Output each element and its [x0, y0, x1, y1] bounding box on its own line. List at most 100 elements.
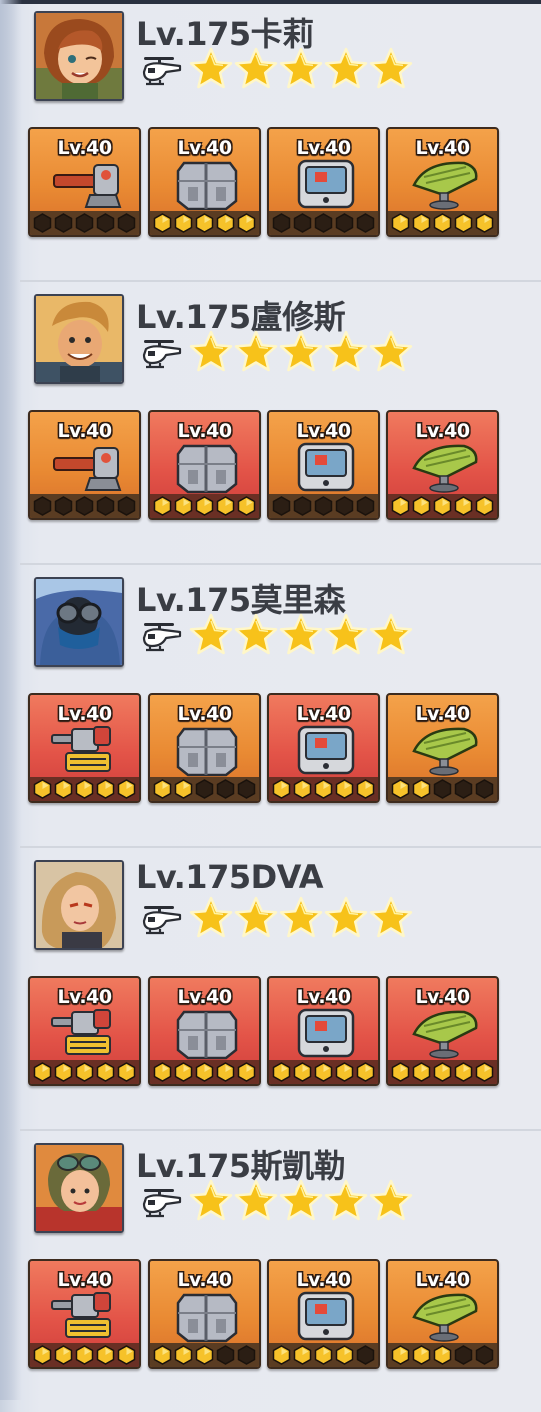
empty-hex-icon — [433, 779, 452, 799]
armor-icon — [166, 440, 248, 494]
filled-hex-icon — [475, 1062, 494, 1082]
upgrade-progress — [30, 1060, 139, 1084]
star-rating — [189, 1179, 414, 1225]
star-icon — [324, 896, 368, 940]
filled-hex-icon — [96, 1062, 115, 1082]
chip-icon — [285, 157, 367, 211]
hero-portrait[interactable] — [34, 294, 124, 384]
chip-icon — [285, 1289, 367, 1343]
star-icon — [324, 47, 368, 91]
gear-slots: Lv.40 Lv.40 Lv.40 Lv.40 — [28, 976, 508, 1088]
hero-card[interactable]: Lv.175斯凱勒 Lv.40 Lv.40 Lv.40 Lv.40 — [0, 1129, 541, 1412]
filled-hex-icon — [433, 1062, 452, 1082]
gear-level-label: Lv.40 — [57, 420, 112, 442]
star-icon — [279, 613, 323, 657]
hero-portrait[interactable] — [34, 860, 124, 950]
empty-hex-icon — [293, 496, 312, 516]
filled-hex-icon — [293, 779, 312, 799]
gear-slot-radar[interactable]: Lv.40 — [386, 127, 499, 237]
hero-card[interactable]: Lv.175莫里森 Lv.40 Lv.40 Lv.40 Lv.40 — [0, 563, 541, 846]
empty-hex-icon — [335, 213, 354, 233]
filled-hex-icon — [412, 1345, 431, 1365]
radar-icon — [404, 440, 486, 494]
upgrade-progress — [388, 1060, 497, 1084]
hero-portrait[interactable] — [34, 577, 124, 667]
upgrade-progress — [269, 494, 378, 518]
upgrade-progress — [150, 777, 259, 801]
gear-slot-chip[interactable]: Lv.40 — [267, 693, 380, 803]
upgrade-progress — [150, 1343, 259, 1367]
upgrade-progress — [30, 777, 139, 801]
gear-slot-radar[interactable]: Lv.40 — [386, 1259, 499, 1369]
gear-slot-armor[interactable]: Lv.40 — [148, 127, 261, 237]
gear-slot-armor[interactable]: Lv.40 — [148, 1259, 261, 1369]
gear-slot-radar[interactable]: Lv.40 — [386, 693, 499, 803]
empty-hex-icon — [314, 496, 333, 516]
gear-slot-radar[interactable]: Lv.40 — [386, 410, 499, 520]
hero-level-name: Lv.175DVA — [136, 858, 324, 896]
hero-portrait[interactable] — [34, 1143, 124, 1233]
gear-slot-armor[interactable]: Lv.40 — [148, 976, 261, 1086]
chip-icon — [285, 723, 367, 777]
gear-slot-chip[interactable]: Lv.40 — [267, 1259, 380, 1369]
gear-level-label: Lv.40 — [177, 986, 232, 1008]
filled-hex-icon — [272, 1062, 291, 1082]
filled-hex-icon — [117, 1345, 136, 1365]
upgrade-progress — [269, 211, 378, 235]
empty-hex-icon — [237, 779, 256, 799]
gear-slot-chip[interactable]: Lv.40 — [267, 410, 380, 520]
hero-card[interactable]: Lv.175卡莉 Lv.40 Lv.40 Lv.40 Lv.40 — [0, 0, 541, 280]
gear-slot-turret[interactable]: Lv.40 — [28, 1259, 141, 1369]
upgrade-progress — [150, 1060, 259, 1084]
filled-hex-icon — [174, 1345, 193, 1365]
star-icon — [369, 47, 413, 91]
hero-card[interactable]: Lv.175DVA Lv.40 Lv.40 Lv.40 Lv.40 — [0, 846, 541, 1129]
gear-slot-radar[interactable]: Lv.40 — [386, 976, 499, 1086]
star-icon — [369, 1179, 413, 1223]
star-icon — [369, 330, 413, 374]
filled-hex-icon — [195, 1062, 214, 1082]
star-icon — [189, 613, 233, 657]
star-icon — [234, 47, 278, 91]
filled-hex-icon — [272, 1345, 291, 1365]
gear-slot-chip[interactable]: Lv.40 — [267, 976, 380, 1086]
filled-hex-icon — [153, 1345, 172, 1365]
hero-portrait[interactable] — [34, 11, 124, 101]
filled-hex-icon — [412, 213, 431, 233]
turret-icon — [46, 1289, 128, 1343]
gear-slot-armor[interactable]: Lv.40 — [148, 410, 261, 520]
helicopter-icon — [138, 903, 182, 937]
filled-hex-icon — [391, 496, 410, 516]
empty-hex-icon — [272, 213, 291, 233]
gear-slot-turret[interactable]: Lv.40 — [28, 976, 141, 1086]
filled-hex-icon — [195, 1345, 214, 1365]
helicopter-icon — [138, 54, 182, 88]
star-icon — [324, 1179, 368, 1223]
upgrade-progress — [30, 211, 139, 235]
gear-slot-cannon[interactable]: Lv.40 — [28, 410, 141, 520]
gear-slot-armor[interactable]: Lv.40 — [148, 693, 261, 803]
filled-hex-icon — [153, 496, 172, 516]
filled-hex-icon — [237, 213, 256, 233]
empty-hex-icon — [475, 779, 494, 799]
gear-slot-turret[interactable]: Lv.40 — [28, 693, 141, 803]
filled-hex-icon — [75, 779, 94, 799]
filled-hex-icon — [237, 496, 256, 516]
filled-hex-icon — [314, 779, 333, 799]
gear-slot-chip[interactable]: Lv.40 — [267, 127, 380, 237]
filled-hex-icon — [117, 779, 136, 799]
section-divider — [20, 1129, 541, 1131]
gear-level-label: Lv.40 — [177, 420, 232, 442]
filled-hex-icon — [54, 1062, 73, 1082]
star-icon — [189, 896, 233, 940]
gear-level-label: Lv.40 — [296, 1269, 351, 1291]
gear-level-label: Lv.40 — [177, 137, 232, 159]
filled-hex-icon — [391, 779, 410, 799]
hero-card[interactable]: Lv.175盧修斯 Lv.40 Lv.40 Lv.40 Lv.40 — [0, 280, 541, 563]
gear-level-label: Lv.40 — [57, 1269, 112, 1291]
filled-hex-icon — [33, 779, 52, 799]
turret-icon — [46, 1006, 128, 1060]
gear-slot-cannon[interactable]: Lv.40 — [28, 127, 141, 237]
filled-hex-icon — [195, 213, 214, 233]
filled-hex-icon — [174, 779, 193, 799]
